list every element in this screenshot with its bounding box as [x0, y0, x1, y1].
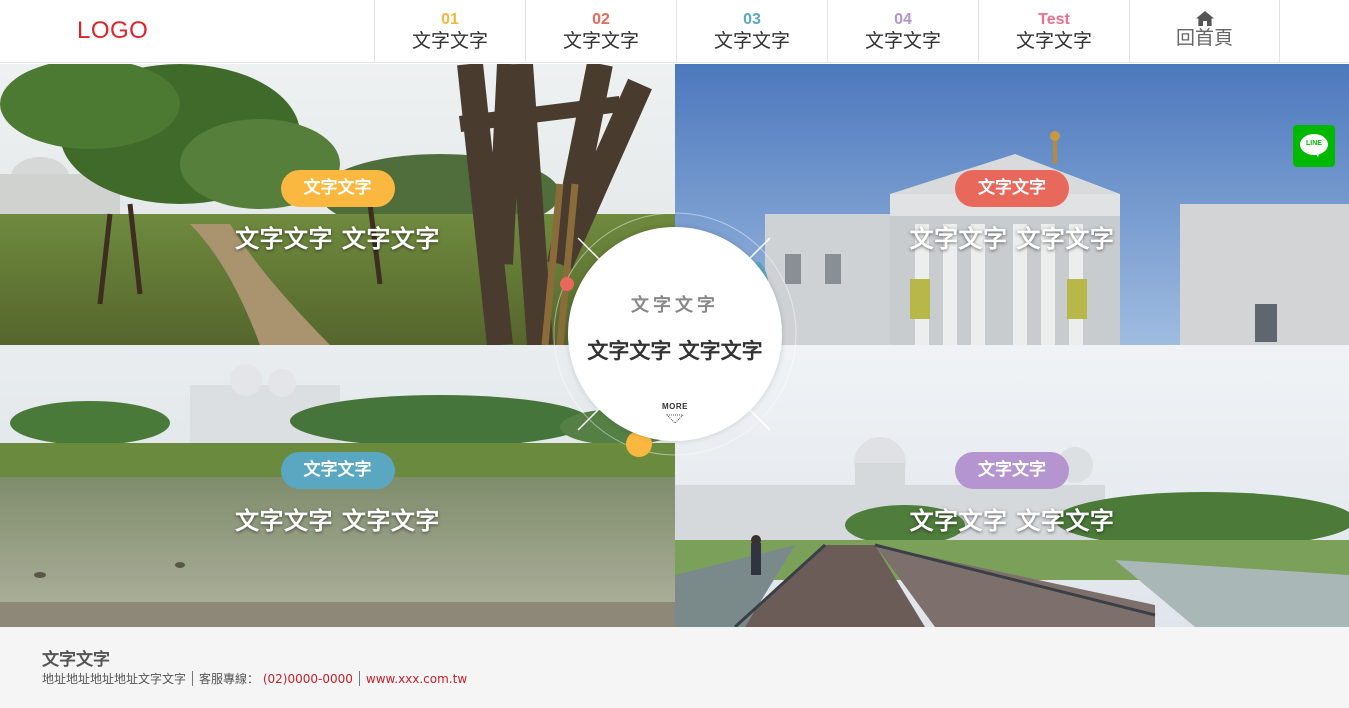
nav-label: 文字文字: [1015, 30, 1092, 52]
more-link[interactable]: MORE: [568, 402, 782, 411]
panel-title: 文字文字 文字文字: [235, 507, 440, 535]
panel-badge: 文字文字: [280, 170, 395, 207]
nav-label: 文字文字: [864, 30, 941, 52]
nav-number: 03: [743, 11, 761, 28]
site-footer: 文字文字 地址地址地址地址文字文字 客服專線： (02)0000-0000 www.…: [0, 627, 1349, 708]
panel-badge: 文字文字: [280, 452, 395, 489]
footer-title: 文字文字: [42, 650, 110, 670]
site-header: LOGO 01 文字文字 02 文字文字 03 文字文字 04 文字文字 Tes…: [0, 0, 1349, 63]
down-arrow-icon: [665, 414, 685, 424]
nav-label: 文字文字: [562, 30, 639, 52]
footer-address: 地址地址地址地址文字文字: [42, 672, 187, 686]
nav-item-04[interactable]: 04 文字文字: [827, 0, 978, 63]
feature-panel-4[interactable]: 文字文字 文字文字 文字文字: [675, 345, 1349, 627]
nav-label: 文字文字: [713, 30, 790, 52]
line-label: LINE: [1306, 140, 1322, 147]
panel-badge: 文字文字: [955, 452, 1069, 489]
nav-number: 02: [592, 11, 610, 28]
panel-title: 文字文字 文字文字: [909, 507, 1115, 535]
divider: [358, 671, 360, 686]
phone-link[interactable]: (02)0000-0000: [263, 672, 353, 686]
center-circle[interactable]: 文字文字 文字文字 文字文字 MORE: [568, 227, 782, 441]
panel-title: 文字文字 文字文字: [909, 225, 1115, 253]
panel-title: 文字文字 文字文字: [235, 225, 440, 253]
home-icon: [1195, 11, 1214, 26]
nav-number: Test: [1038, 11, 1070, 28]
feature-panel-3[interactable]: 文字文字 文字文字 文字文字: [0, 345, 675, 627]
nav-label: 文字文字: [411, 30, 488, 52]
nav-item-02[interactable]: 02 文字文字: [525, 0, 676, 63]
nav-item-test[interactable]: Test 文字文字: [978, 0, 1129, 63]
nav-item-01[interactable]: 01 文字文字: [374, 0, 525, 63]
center-subtitle: 文字文字: [631, 295, 719, 316]
center-title: 文字文字 文字文字: [587, 339, 763, 363]
website-link[interactable]: www.xxx.com.tw: [366, 672, 467, 686]
nav-item-03[interactable]: 03 文字文字: [676, 0, 827, 63]
phone-label: 客服專線：: [199, 672, 260, 686]
footer-info: 地址地址地址地址文字文字 客服專線： (02)0000-0000 www.xxx.c…: [42, 670, 467, 687]
logo[interactable]: LOGO: [77, 17, 148, 45]
home-label: 回首頁: [1175, 27, 1233, 49]
nav-number: 04: [894, 11, 912, 28]
panel-badge: 文字文字: [955, 170, 1069, 207]
nav-item-home[interactable]: 回首頁: [1129, 0, 1280, 63]
divider: [192, 671, 194, 686]
line-button[interactable]: LINE: [1293, 125, 1335, 167]
nav-number: 01: [441, 11, 459, 28]
main-nav: 01 文字文字 02 文字文字 03 文字文字 04 文字文字 Test 文字文…: [374, 0, 1280, 63]
